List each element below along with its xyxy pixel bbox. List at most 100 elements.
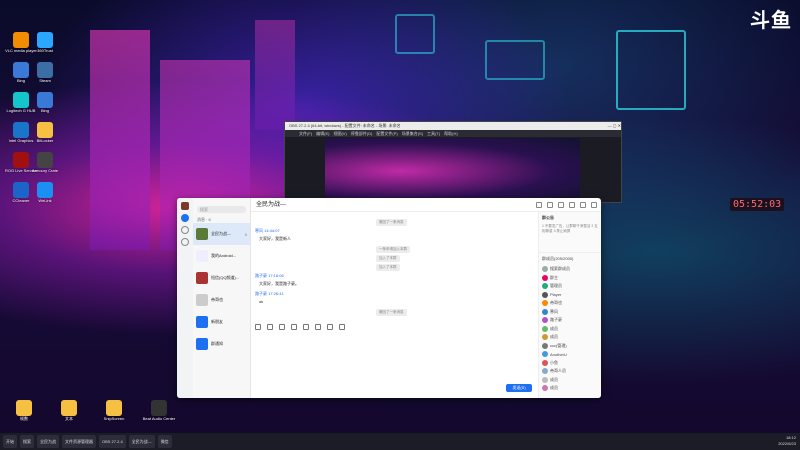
app-icon	[37, 182, 53, 198]
grid-icon[interactable]	[569, 202, 575, 208]
member-item[interactable]: 成员	[539, 376, 601, 385]
scissors-icon[interactable]	[267, 324, 273, 330]
desktop-icon[interactable]: Bing	[26, 92, 64, 113]
member-item[interactable]: 成员	[539, 333, 601, 342]
send-button[interactable]: 发送(S)	[506, 384, 532, 392]
avatar	[196, 338, 208, 350]
conversation-item[interactable]: 全民为战--- 6	[193, 223, 250, 245]
window-controls-icon[interactable]: — ▢ ✕	[608, 122, 621, 130]
member-item[interactable]: ccc(管理)	[539, 342, 601, 351]
obs-menu-item[interactable]: 视图(V)	[333, 130, 346, 137]
member-item[interactable]: 成员	[539, 325, 601, 334]
member-name: 搜索群成员	[550, 266, 570, 272]
obs-menu-item[interactable]: 文件(F)	[299, 130, 312, 137]
member-name: AnotherU	[550, 351, 567, 357]
avatar	[196, 316, 208, 328]
member-item[interactable]: 帝哥也	[539, 299, 601, 308]
taskbar-item[interactable]: 全民为战---	[128, 435, 155, 448]
member-name: 帝哥也	[550, 300, 562, 306]
member-item[interactable]: 路子豪	[539, 316, 601, 325]
desktop-icon[interactable]: BitLocker	[26, 122, 64, 143]
taskbar-item[interactable]: 文件资源管理器	[62, 435, 96, 448]
member-item[interactable]: 群主	[539, 274, 601, 283]
message-sender: 路子豪 17:26:41	[255, 291, 284, 296]
avatar	[542, 291, 548, 298]
app-icon	[37, 122, 53, 138]
desktop-icon[interactable]: 文本	[50, 400, 88, 421]
contacts-icon[interactable]	[181, 226, 189, 234]
avatar	[542, 317, 548, 324]
avatar	[542, 376, 548, 383]
desktop-icon[interactable]: Steam	[26, 62, 64, 83]
message-input[interactable]	[255, 334, 535, 380]
conversation-item[interactable]: 帝哥也	[193, 289, 250, 311]
message-icon[interactable]	[181, 214, 189, 222]
image-icon[interactable]	[558, 202, 564, 208]
app-icon	[16, 400, 32, 416]
obs-preview[interactable]	[325, 138, 580, 204]
obs-menu-item[interactable]: 编辑(E)	[316, 130, 329, 137]
obs-menu-item[interactable]: 帮助(H)	[444, 130, 458, 137]
desktop-icon-label: Steam	[39, 78, 51, 83]
obs-menu-item[interactable]: 工具(T)	[427, 130, 440, 137]
taskbar-item[interactable]: 搜索	[20, 435, 34, 448]
member-item[interactable]: AnotherU	[539, 350, 601, 359]
conversation-item[interactable]: 群通知	[193, 333, 250, 355]
avatar	[196, 294, 208, 306]
chat-main: 全民为战--- 撤回了一条消息 寒风 14:44:07 大家好，我是新人 一条申请加入…	[251, 198, 601, 398]
desktop-icon[interactable]: Beat Audio Center	[140, 400, 178, 421]
desktop-icon-label: Armoury Crate	[31, 168, 58, 173]
member-name: 成员	[550, 376, 558, 382]
image-icon[interactable]	[279, 324, 285, 330]
taskbar-item[interactable]: 开始	[3, 435, 17, 448]
taskbar-item[interactable]: 微信	[157, 435, 172, 448]
conversation-item[interactable]: 短信(QQ频道)...	[193, 267, 250, 289]
more-icon[interactable]	[339, 324, 345, 330]
avatar	[542, 283, 548, 290]
system-message: 加入了本群	[376, 264, 400, 271]
app-icon[interactable]	[547, 202, 553, 208]
avatar	[542, 274, 548, 281]
desktop-icon[interactable]: WeLink	[26, 182, 64, 203]
taskbar: 开始 搜索 全民为战 文件资源管理器 OBS 27.2.4 全民为战--- 微信 18:12…	[0, 433, 800, 450]
avatar	[196, 250, 208, 262]
member-item[interactable]: 帝哥人员	[539, 367, 601, 376]
tray-clock[interactable]: 18:12 2022/6/23	[778, 435, 796, 447]
emoji-icon[interactable]	[255, 324, 261, 330]
obs-menu-item[interactable]: 场景集合(S)	[402, 130, 423, 137]
obs-titlebar[interactable]: OBS 27.2.4 (64-bit, windows) - 配置文件: 未命名…	[285, 122, 621, 130]
conversation-name: 群通知	[211, 341, 223, 346]
more-icon[interactable]	[580, 202, 586, 208]
folder-icon[interactable]	[291, 324, 297, 330]
member-item[interactable]: 小鱼	[539, 359, 601, 368]
member-item[interactable]: 搜索群成员	[539, 265, 601, 274]
obs-menu-item[interactable]: 配置文件(P)	[376, 130, 397, 137]
conversation-item[interactable]: 我的Android...	[193, 245, 250, 267]
obs-window[interactable]: OBS 27.2.4 (64-bit, windows) - 配置文件: 未命名…	[284, 121, 622, 204]
voice-icon[interactable]	[303, 324, 309, 330]
taskbar-item[interactable]: 全民为战	[37, 435, 59, 448]
notice-title: 群公告	[542, 215, 554, 220]
member-item[interactable]: 寒风	[539, 308, 601, 317]
search-input[interactable]: 搜索	[197, 206, 246, 213]
desktop-icon[interactable]: 帧数	[5, 400, 43, 421]
desktop-icon[interactable]: Armoury Crate	[26, 152, 64, 173]
desktop-icon[interactable]: SnipScreen	[95, 400, 133, 421]
taskbar-item[interactable]: OBS 27.2.4	[99, 435, 126, 448]
desktop-icon[interactable]: 360Trust	[26, 32, 64, 53]
member-name: 成员	[550, 334, 558, 340]
settings-icon[interactable]	[591, 202, 597, 208]
obs-title: OBS 27.2.4 (64-bit, windows) - 配置文件: 未命名…	[289, 123, 401, 128]
chat-window[interactable]: 搜索 消息 · 6 全民为战--- 6 我的Android... 短信(QQ频道)..…	[177, 198, 601, 398]
conversation-item[interactable]: 新朋友	[193, 311, 250, 333]
phone-icon[interactable]	[315, 324, 321, 330]
member-item[interactable]: 成员	[539, 384, 601, 393]
folder-icon[interactable]	[536, 202, 542, 208]
obs-menu-item[interactable]: 停靠部件(D)	[351, 130, 373, 137]
app-icon	[37, 92, 53, 108]
star-icon[interactable]	[181, 238, 189, 246]
member-item[interactable]: Player	[539, 291, 601, 300]
member-item[interactable]: 管理员	[539, 282, 601, 291]
video-icon[interactable]	[327, 324, 333, 330]
avatar[interactable]	[181, 202, 189, 210]
